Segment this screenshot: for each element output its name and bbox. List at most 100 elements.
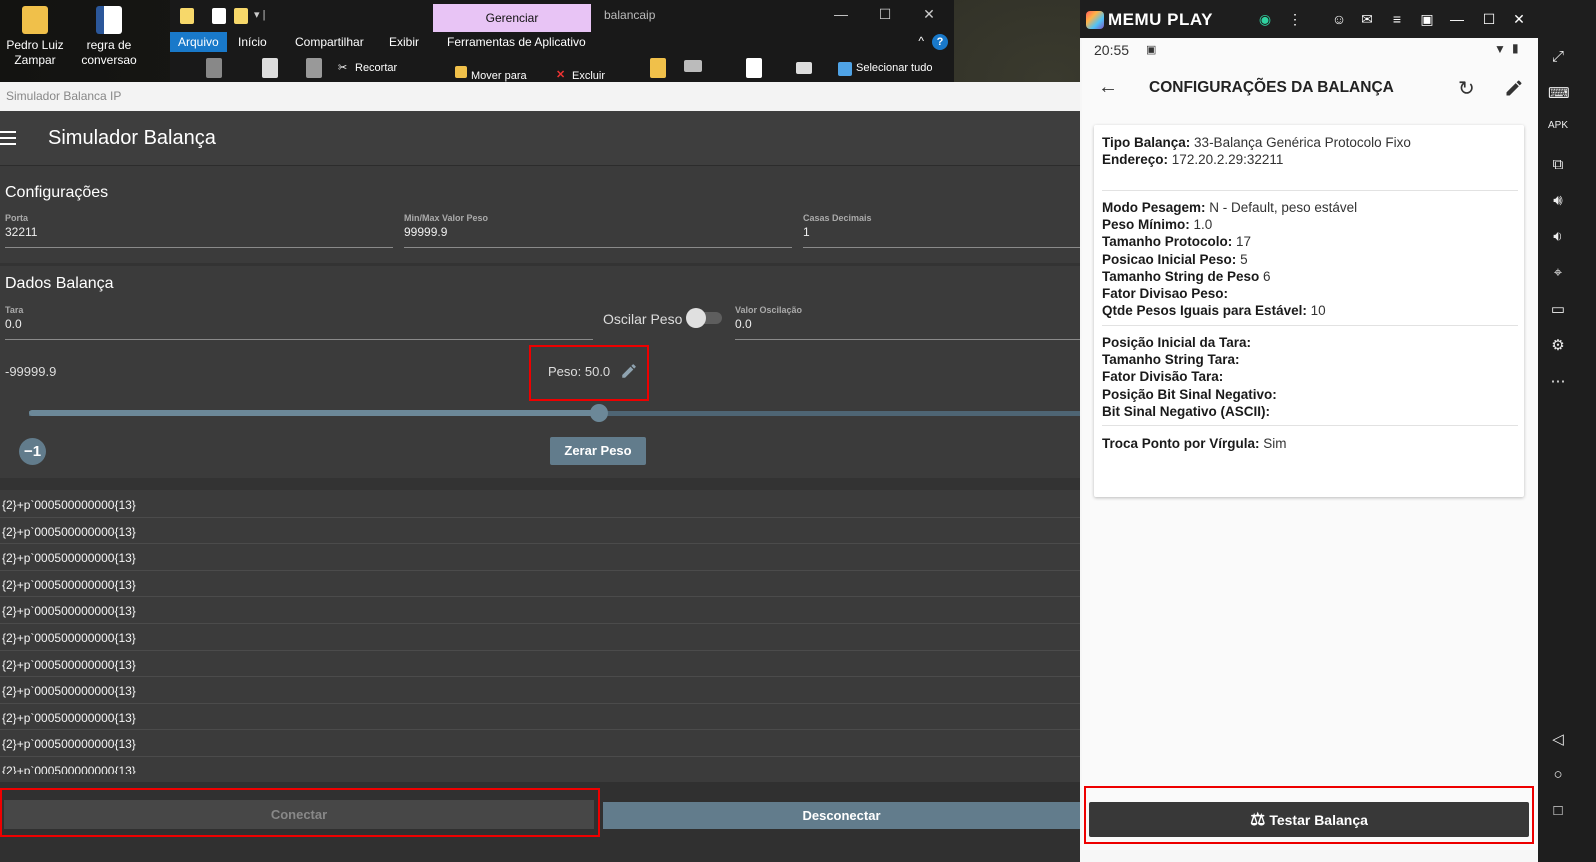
screen-icon[interactable]: ▣ <box>1418 11 1436 28</box>
hamburger-menu-icon[interactable] <box>0 131 16 149</box>
minimize-icon[interactable]: — <box>826 6 856 22</box>
desktop-icon-user-folder[interactable]: Pedro Luiz Zampar <box>0 6 70 68</box>
config-row: Posição Bit Sinal Negativo: <box>1102 387 1277 402</box>
log-line: {2}+p`000500000000{13} <box>0 518 1080 545</box>
android-home-icon[interactable]: ○ <box>1548 766 1568 783</box>
mail-icon[interactable]: ✉ <box>1358 11 1376 28</box>
config-row: Peso Mínimo: 1.0 <box>1102 217 1212 232</box>
tab-exibir[interactable]: Exibir <box>389 35 419 49</box>
account-icon[interactable]: ☺ <box>1330 11 1348 27</box>
valor-oscilacao-field[interactable]: Valor Oscilação 0.0 <box>735 305 1080 340</box>
config-key: Bit Sinal Negativo (ASCII): <box>1102 403 1271 419</box>
tara-value[interactable]: 0.0 <box>5 317 593 331</box>
protocol-log-list[interactable]: {2}+p`000500000000{13} {2}+p`000500000000… <box>0 491 1080 774</box>
pin-icon[interactable] <box>206 58 222 78</box>
battery-icon: ▮ <box>1512 41 1519 55</box>
collapse-ribbon-icon[interactable]: ^ <box>918 34 924 48</box>
close-icon[interactable]: ✕ <box>1510 11 1528 28</box>
zerar-peso-button[interactable]: Zerar Peso <box>550 437 646 465</box>
oscilar-peso-toggle[interactable] <box>686 308 722 328</box>
decrement-button[interactable]: −1 <box>19 438 46 465</box>
tab-compartilhar[interactable]: Compartilhar <box>295 35 364 49</box>
android-back-icon[interactable]: ◁ <box>1548 730 1568 748</box>
help-icon[interactable]: ? <box>932 34 948 50</box>
new-folder-icon[interactable] <box>234 8 248 24</box>
config-row: Modo Pesagem: N - Default, peso estável <box>1102 200 1357 215</box>
porta-field[interactable]: Porta 32211 <box>5 213 393 248</box>
settings-icon[interactable]: ⚙ <box>1548 336 1568 354</box>
copy-icon[interactable] <box>262 58 278 78</box>
edit-icon[interactable] <box>1504 78 1524 98</box>
tab-arquivo[interactable]: Arquivo <box>170 32 227 52</box>
app-title: Simulador Balança <box>48 127 216 149</box>
android-recents-icon[interactable]: □ <box>1548 802 1568 819</box>
new-folder-large-icon[interactable] <box>650 58 666 78</box>
log-line: {2}+p`000500000000{13} <box>0 757 1080 774</box>
oscilar-peso-label: Oscilar Peso <box>603 311 683 327</box>
tara-field[interactable]: Tara 0.0 <box>5 305 593 340</box>
more-menu-icon[interactable]: ⋮ <box>1286 11 1304 28</box>
properties-icon[interactable] <box>212 8 226 24</box>
casas-decimais-value[interactable]: 1 <box>803 225 1080 239</box>
android-page-title: CONFIGURAÇÕES DA BALANÇA <box>1149 79 1394 96</box>
porta-value[interactable]: 32211 <box>5 225 393 239</box>
config-row: Posicao Inicial Peso: 5 <box>1102 252 1248 267</box>
config-value: 17 <box>1236 234 1252 250</box>
recortar-button[interactable]: Recortar <box>355 62 397 74</box>
back-arrow-icon[interactable]: ← <box>1098 76 1118 99</box>
notes-icon[interactable]: ≡ <box>1388 11 1406 27</box>
memu-brand: MEMU PLAY <box>1108 10 1213 29</box>
log-line: {2}+p`000500000000{13} <box>0 677 1080 704</box>
config-row: Posição Inicial da Tara: <box>1102 335 1251 350</box>
explorer-window-title: balancaip <box>604 8 656 22</box>
config-value: 10 <box>1310 303 1326 319</box>
mover-para-button[interactable]: Mover para <box>471 70 527 82</box>
config-row: Troca Ponto por Vírgula: Sim <box>1102 436 1287 451</box>
more-icon[interactable]: ⋯ <box>1548 372 1568 390</box>
log-line: {2}+p`000500000000{13} <box>0 571 1080 598</box>
folder-icon[interactable] <box>180 8 194 24</box>
desktop-icon-word-doc[interactable]: regra de conversao <box>74 6 144 68</box>
config-row: Tamanho Protocolo: 17 <box>1102 234 1251 249</box>
valor-oscilacao-label: Valor Oscilação <box>735 305 803 315</box>
expand-icon[interactable]: ⤢ <box>1548 48 1568 65</box>
game-icon[interactable]: ◉ <box>1256 11 1274 28</box>
minimize-icon[interactable]: — <box>1448 11 1466 27</box>
close-icon[interactable]: ✕ <box>914 6 944 23</box>
peso-label: Peso: 50.0 <box>548 364 611 379</box>
maximize-icon[interactable]: ☐ <box>870 6 900 23</box>
selecionar-tudo-button[interactable]: Selecionar tudo <box>856 62 932 74</box>
folder-icon[interactable]: ▭ <box>1548 300 1568 318</box>
maximize-icon[interactable]: ☐ <box>1480 11 1498 28</box>
config-value: 172.20.2.29:32211 <box>1171 152 1284 168</box>
volume-up-icon[interactable]: 🔊︎ <box>1548 192 1568 209</box>
minmax-field[interactable]: Min/Max Valor Peso 99999.9 <box>404 213 792 248</box>
keyboard-icon[interactable]: ⌨ <box>1548 84 1570 102</box>
config-key: Troca Ponto por Vírgula: <box>1102 436 1260 451</box>
edit-pencil-icon[interactable] <box>620 362 638 380</box>
config-row: Endereço: 172.20.2.29:32211 <box>1102 152 1283 167</box>
multi-window-icon[interactable]: ⧉ <box>1548 156 1568 173</box>
testar-balanca-button[interactable]: ⚖ Testar Balança <box>1089 802 1529 837</box>
paste-icon[interactable] <box>306 58 322 78</box>
valor-oscilacao-value[interactable]: 0.0 <box>735 317 1080 331</box>
location-icon[interactable]: ⌖ <box>1548 264 1568 281</box>
tab-inicio[interactable]: Início <box>238 35 267 49</box>
simulador-appbar: Simulador Balança <box>0 111 1080 166</box>
config-key: Tamanho String Tara: <box>1102 352 1240 368</box>
easy-access-icon[interactable] <box>684 60 702 72</box>
minmax-value[interactable]: 99999.9 <box>404 225 792 239</box>
apk-icon[interactable]: APK <box>1548 120 1568 131</box>
open-icon[interactable] <box>796 62 812 74</box>
casas-decimais-field[interactable]: Casas Decimais 1 <box>803 213 1080 248</box>
properties-large-icon[interactable] <box>746 58 762 78</box>
explorer-titlebar: ▾ | Gerenciar balancaip — ☐ ✕ <box>170 0 954 32</box>
desconectar-button[interactable]: Desconectar <box>603 802 1080 829</box>
select-all-icon <box>838 62 852 76</box>
quick-access-dropdown-icon[interactable]: ▾ | <box>254 8 265 21</box>
excluir-button[interactable]: Excluir <box>572 70 605 82</box>
refresh-icon[interactable]: ↻ <box>1458 76 1475 101</box>
tab-gerenciar[interactable]: Gerenciar <box>433 4 591 32</box>
volume-down-icon[interactable]: 🔉︎ <box>1548 228 1568 245</box>
tab-ferramentas[interactable]: Ferramentas de Aplicativo <box>447 35 586 49</box>
